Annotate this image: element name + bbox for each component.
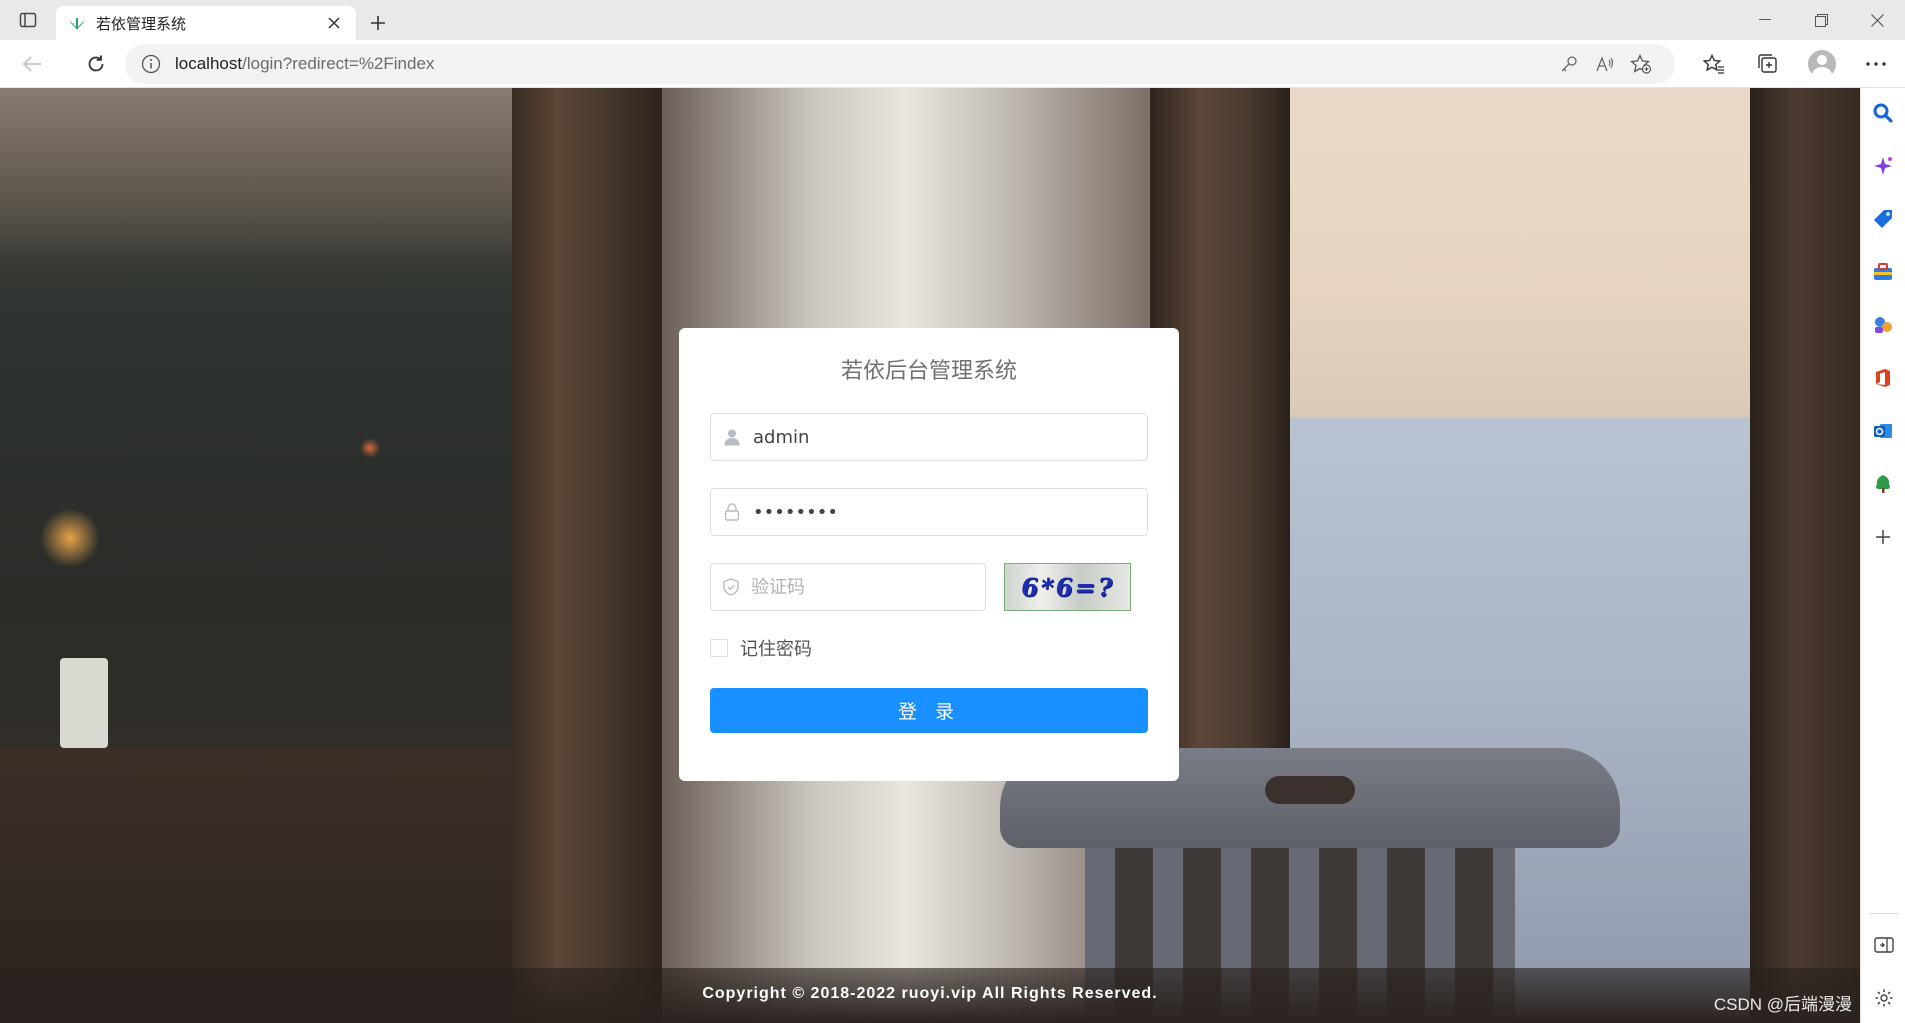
captcha-row: 6*6=? (710, 563, 1148, 611)
restore-button[interactable] (1793, 0, 1849, 40)
more-dots-icon (1866, 62, 1886, 66)
sidebar-divider (1868, 913, 1899, 914)
back-arrow-icon (22, 55, 41, 72)
csdn-watermark: CSDN @后端漫漫 (1713, 995, 1852, 1014)
favorites-icon (1703, 54, 1724, 74)
sidebar-copilot-button[interactable] (1866, 149, 1900, 183)
copilot-icon (1874, 157, 1892, 175)
profile-button[interactable] (1798, 44, 1846, 84)
sidebar-outlook-button[interactable] (1866, 414, 1900, 448)
captcha-input[interactable] (751, 576, 976, 598)
sidebar-hide-button[interactable] (1867, 928, 1901, 962)
browser-tab[interactable]: 若依管理系统 (56, 6, 356, 40)
edge-sidebar (1860, 88, 1905, 1023)
refresh-button[interactable] (74, 44, 118, 84)
page-viewport: Copyright © 2018-2022 ruoyi.vip All Righ… (0, 88, 1860, 1023)
tab-bar: 若依管理系统 (0, 0, 1905, 40)
password-field[interactable] (710, 488, 1148, 536)
back-button[interactable] (10, 44, 54, 84)
tab-title: 若依管理系统 (96, 15, 187, 33)
sidebar-search-button[interactable] (1866, 96, 1900, 130)
browser-toolbar: localhost/login?redirect=%2Findex (0, 40, 1905, 88)
url-host: localhost (175, 54, 243, 73)
search-icon (1873, 103, 1893, 123)
remember-label[interactable]: 记住密码 (740, 635, 812, 661)
copyright-footer: Copyright © 2018-2022 ruoyi.vip All Righ… (702, 985, 1158, 1002)
gear-icon (1875, 989, 1892, 1007)
collections-button[interactable] (1744, 44, 1792, 84)
password-input[interactable] (753, 501, 1135, 523)
minimize-button[interactable] (1737, 0, 1793, 40)
read-aloud-icon[interactable] (1587, 46, 1623, 82)
tab-close-icon[interactable] (324, 13, 344, 33)
login-button[interactable]: 登 录 (710, 688, 1148, 733)
avatar (1808, 50, 1836, 78)
favorites-button[interactable] (1690, 44, 1738, 84)
games-icon (1875, 317, 1892, 333)
user-icon (723, 428, 741, 446)
captcha-text: 6*6=? (1018, 572, 1117, 602)
outlook-icon (1874, 424, 1892, 438)
close-icon (1870, 13, 1884, 27)
tab-actions-button[interactable] (0, 0, 56, 40)
sidebar-bottom (1861, 913, 1905, 1015)
refresh-icon (88, 55, 104, 71)
more-menu-button[interactable] (1852, 44, 1900, 84)
new-tab-button[interactable] (360, 6, 396, 40)
toolbar-right (1690, 44, 1900, 84)
sidebar-settings-button[interactable] (1867, 981, 1901, 1015)
add-favorite-icon[interactable] (1623, 46, 1659, 82)
lock-icon (723, 503, 741, 521)
tree-icon (1876, 475, 1890, 493)
sidebar-games-button[interactable] (1866, 308, 1900, 342)
url-path: /login?redirect=%2Findex (242, 54, 435, 73)
close-window-button[interactable] (1849, 0, 1905, 40)
office-icon (1876, 369, 1890, 387)
tab-actions-icon (19, 12, 37, 28)
shopping-tag-icon (1874, 210, 1892, 228)
collections-icon (1758, 54, 1777, 73)
sidebar-shopping-button[interactable] (1866, 202, 1900, 236)
captcha-field[interactable] (710, 563, 986, 611)
sidebar-tree-button[interactable] (1866, 467, 1900, 501)
site-info-icon[interactable] (141, 54, 161, 74)
toolbox-icon (1874, 263, 1892, 280)
sidebar-office-button[interactable] (1866, 361, 1900, 395)
shield-icon (723, 578, 739, 596)
plus-icon (371, 16, 385, 30)
login-form: 若依后台管理系统 6*6=? (679, 328, 1179, 781)
sidebar-add-button[interactable] (1866, 520, 1900, 554)
captcha-image[interactable]: 6*6=? (1004, 563, 1131, 611)
login-title: 若依后台管理系统 (840, 359, 1017, 384)
remember-me[interactable]: 记住密码 (710, 635, 1148, 661)
address-bar[interactable]: localhost/login?redirect=%2Findex (125, 44, 1675, 84)
username-input[interactable] (753, 426, 1135, 448)
password-key-icon[interactable] (1551, 46, 1587, 82)
minimize-icon (1759, 19, 1771, 20)
username-field[interactable] (710, 413, 1148, 461)
add-icon (1876, 530, 1890, 544)
remember-checkbox[interactable] (710, 639, 728, 657)
ruoyi-favicon-icon (68, 14, 86, 32)
sidebar-tools-button[interactable] (1866, 255, 1900, 289)
url-text[interactable]: localhost/login?redirect=%2Findex (175, 54, 1551, 74)
split-panel-icon (1873, 937, 1894, 953)
window-controls (1737, 0, 1905, 40)
restore-icon (1814, 13, 1828, 27)
